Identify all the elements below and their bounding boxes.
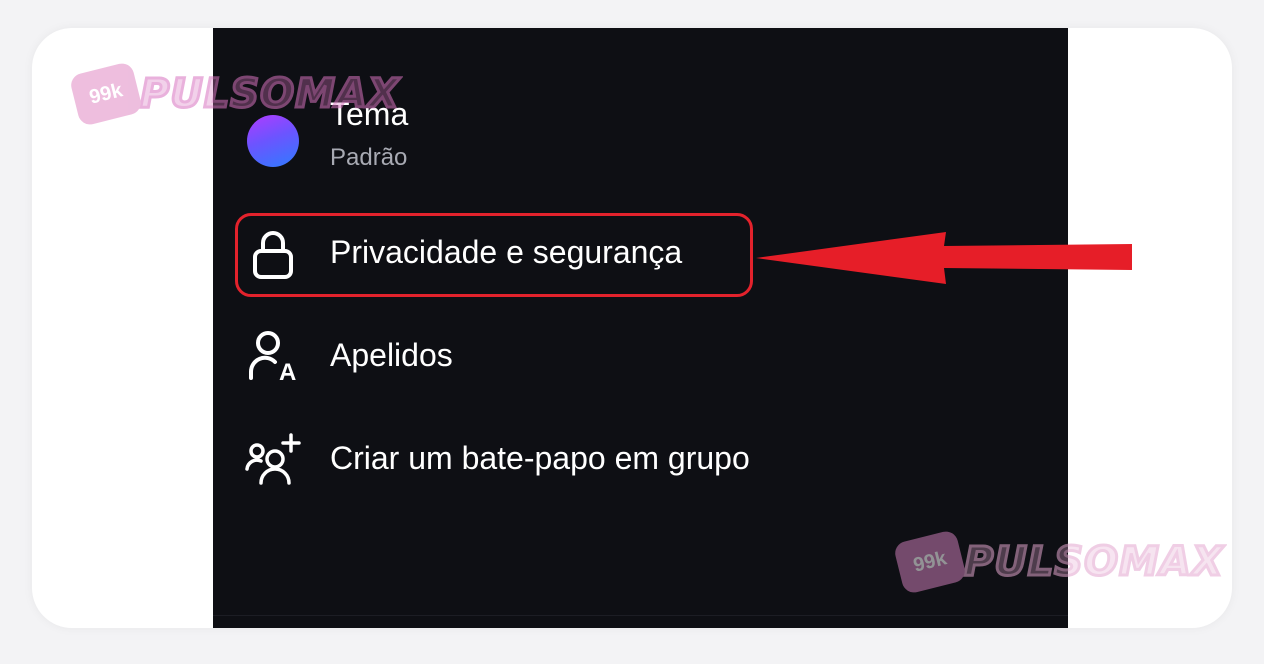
watermark-badge: 99k (68, 61, 144, 127)
annotation-arrow (756, 232, 1132, 284)
menu-item-subtitle: Padrão (330, 144, 408, 171)
svg-text:A: A (279, 359, 296, 384)
menu-item-nicknames[interactable]: A Apelidos (213, 315, 1068, 399)
menu-item-theme[interactable]: Tema Padrão (213, 91, 1068, 191)
lock-icon (245, 227, 301, 283)
settings-panel: Tema Padrão Privacidade e segurança A Ap… (213, 28, 1068, 628)
divider (213, 615, 1068, 616)
screenshot-frame: Tema Padrão Privacidade e segurança A Ap… (32, 28, 1232, 628)
menu-item-title: Apelidos (330, 337, 453, 373)
menu-item-title: Criar um bate-papo em grupo (330, 440, 750, 476)
menu-item-title: Privacidade e segurança (330, 234, 683, 270)
person-letter-a-icon: A (245, 329, 301, 385)
theme-circle-icon (245, 113, 301, 169)
add-group-icon (245, 432, 301, 488)
menu-item-title: Tema (330, 96, 409, 132)
menu-item-create-group[interactable]: Criar um bate-papo em grupo (213, 418, 1068, 502)
